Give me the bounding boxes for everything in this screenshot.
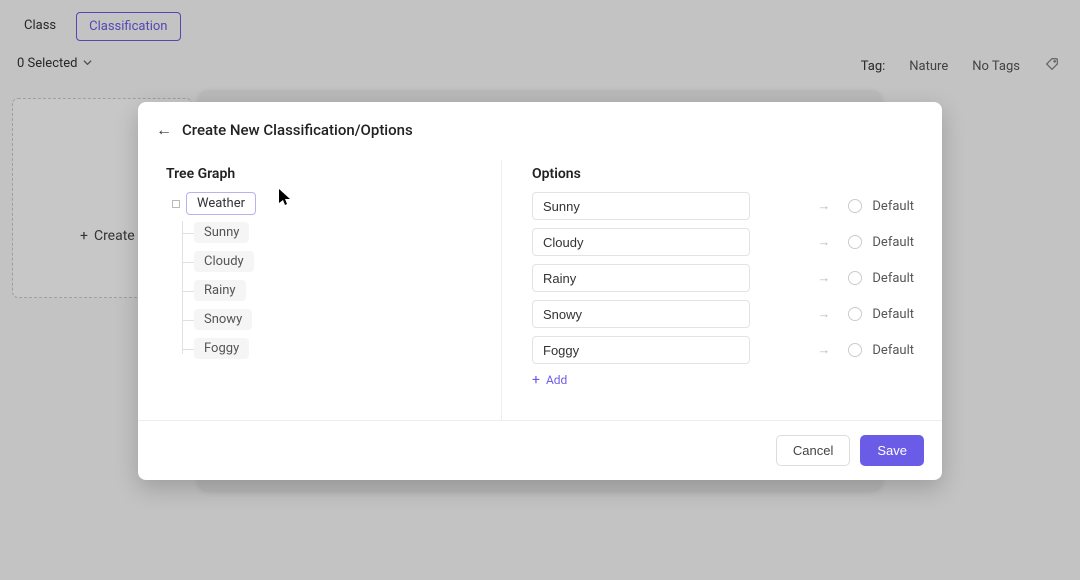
tree-node[interactable]: Cloudy [194, 251, 254, 272]
option-input[interactable] [532, 192, 750, 220]
tree-pane: Tree Graph Weather Sunny Cloudy Rainy Sn… [166, 160, 502, 420]
option-row: → Default [532, 264, 914, 292]
modal-body: Tree Graph Weather Sunny Cloudy Rainy Sn… [138, 150, 942, 420]
option-row: → Default [532, 228, 914, 256]
arrow-right-icon[interactable]: → [817, 198, 830, 214]
default-label: Default [872, 235, 914, 250]
add-label: Add [546, 373, 567, 387]
cancel-button[interactable]: Cancel [776, 435, 850, 466]
arrow-right-icon[interactable]: → [817, 234, 830, 250]
default-radio[interactable] [848, 307, 862, 321]
tree-title: Tree Graph [166, 166, 481, 182]
arrow-right-icon[interactable]: → [817, 306, 830, 322]
tree-node[interactable]: Rainy [194, 280, 246, 301]
tree-node[interactable]: Foggy [194, 338, 249, 359]
tree-root-row: Weather [172, 192, 481, 215]
tree-children: Sunny Cloudy Rainy Snowy Foggy [194, 221, 481, 366]
back-arrow-icon[interactable]: ← [156, 120, 172, 140]
option-row: → Default [532, 192, 914, 220]
add-option-button[interactable]: + Add [532, 372, 914, 388]
default-radio[interactable] [848, 199, 862, 213]
options-title: Options [532, 166, 914, 182]
option-input[interactable] [532, 336, 750, 364]
default-radio[interactable] [848, 343, 862, 357]
modal-title: Create New Classification/Options [182, 121, 413, 139]
default-label: Default [872, 199, 914, 214]
option-input[interactable] [532, 228, 750, 256]
tree-node[interactable]: Snowy [194, 309, 252, 330]
default-label: Default [872, 343, 914, 358]
create-classification-modal: ← Create New Classification/Options Tree… [138, 102, 942, 480]
tree-root-node[interactable]: Weather [186, 192, 256, 215]
modal-footer: Cancel Save [138, 420, 942, 480]
option-row: → Default [532, 336, 914, 364]
modal-header: ← Create New Classification/Options [138, 102, 942, 150]
plus-icon: + [532, 372, 540, 388]
option-input[interactable] [532, 264, 750, 292]
default-radio[interactable] [848, 235, 862, 249]
default-label: Default [872, 271, 914, 286]
options-pane: Options → Default → Default [502, 160, 914, 420]
default-label: Default [872, 307, 914, 322]
arrow-right-icon[interactable]: → [817, 342, 830, 358]
tree-root-handle-icon[interactable] [172, 200, 180, 208]
tree-node[interactable]: Sunny [194, 222, 249, 243]
save-button[interactable]: Save [860, 435, 924, 466]
option-input[interactable] [532, 300, 750, 328]
option-row: → Default [532, 300, 914, 328]
default-radio[interactable] [848, 271, 862, 285]
arrow-right-icon[interactable]: → [817, 270, 830, 286]
